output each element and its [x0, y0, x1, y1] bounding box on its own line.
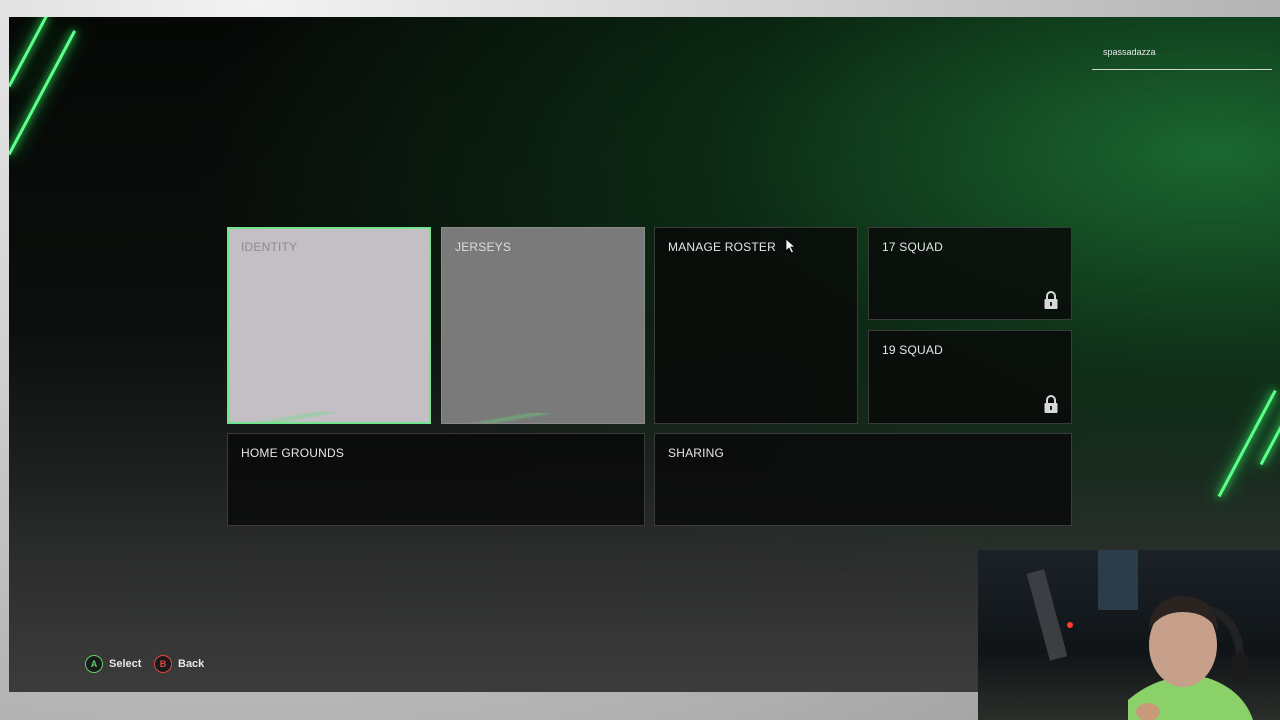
hint-select-label: Select	[109, 658, 142, 670]
tile-manage-roster-label: MANAGE ROSTER	[668, 240, 776, 254]
tile-17-squad-label: 17 SQUAD	[882, 240, 943, 254]
webcam-streamer-image	[1026, 550, 1253, 720]
lock-icon	[1044, 291, 1058, 309]
neon-stripe-top-left-1	[9, 17, 48, 88]
tile-home-grounds-label: HOME GROUNDS	[241, 446, 345, 460]
mouse-cursor-icon	[785, 238, 797, 254]
hint-select[interactable]: A Select	[85, 655, 141, 673]
lock-icon	[1044, 395, 1058, 413]
b-button-icon: B	[154, 655, 172, 673]
tile-jerseys-label: JERSEYS	[455, 240, 512, 254]
hint-back-label: Back	[178, 658, 205, 670]
tile-19-squad[interactable]: 19 SQUAD	[868, 330, 1072, 424]
gamertag: spassadazza	[1092, 44, 1272, 70]
tile-home-grounds[interactable]: HOME GROUNDS	[227, 433, 645, 526]
tile-jerseys[interactable]: JERSEYS	[441, 227, 645, 424]
neon-stripe-top-left-2	[9, 30, 77, 156]
tile-17-squad[interactable]: 17 SQUAD	[868, 227, 1072, 320]
tile-identity[interactable]: IDENTITY	[227, 227, 431, 424]
hint-back[interactable]: B Back	[154, 655, 204, 673]
webcam-overlay	[978, 550, 1280, 720]
tile-sheen	[229, 412, 369, 422]
a-button-icon: A	[85, 655, 103, 673]
tile-manage-roster[interactable]: MANAGE ROSTER	[654, 227, 858, 424]
tile-identity-label: IDENTITY	[241, 240, 298, 254]
gamertag-label: spassadazza	[1103, 47, 1156, 57]
tile-sheen	[442, 413, 584, 423]
tile-19-squad-label: 19 SQUAD	[882, 343, 943, 357]
tile-sharing-label: SHARING	[668, 446, 725, 460]
tile-sharing[interactable]: SHARING	[654, 433, 1072, 526]
